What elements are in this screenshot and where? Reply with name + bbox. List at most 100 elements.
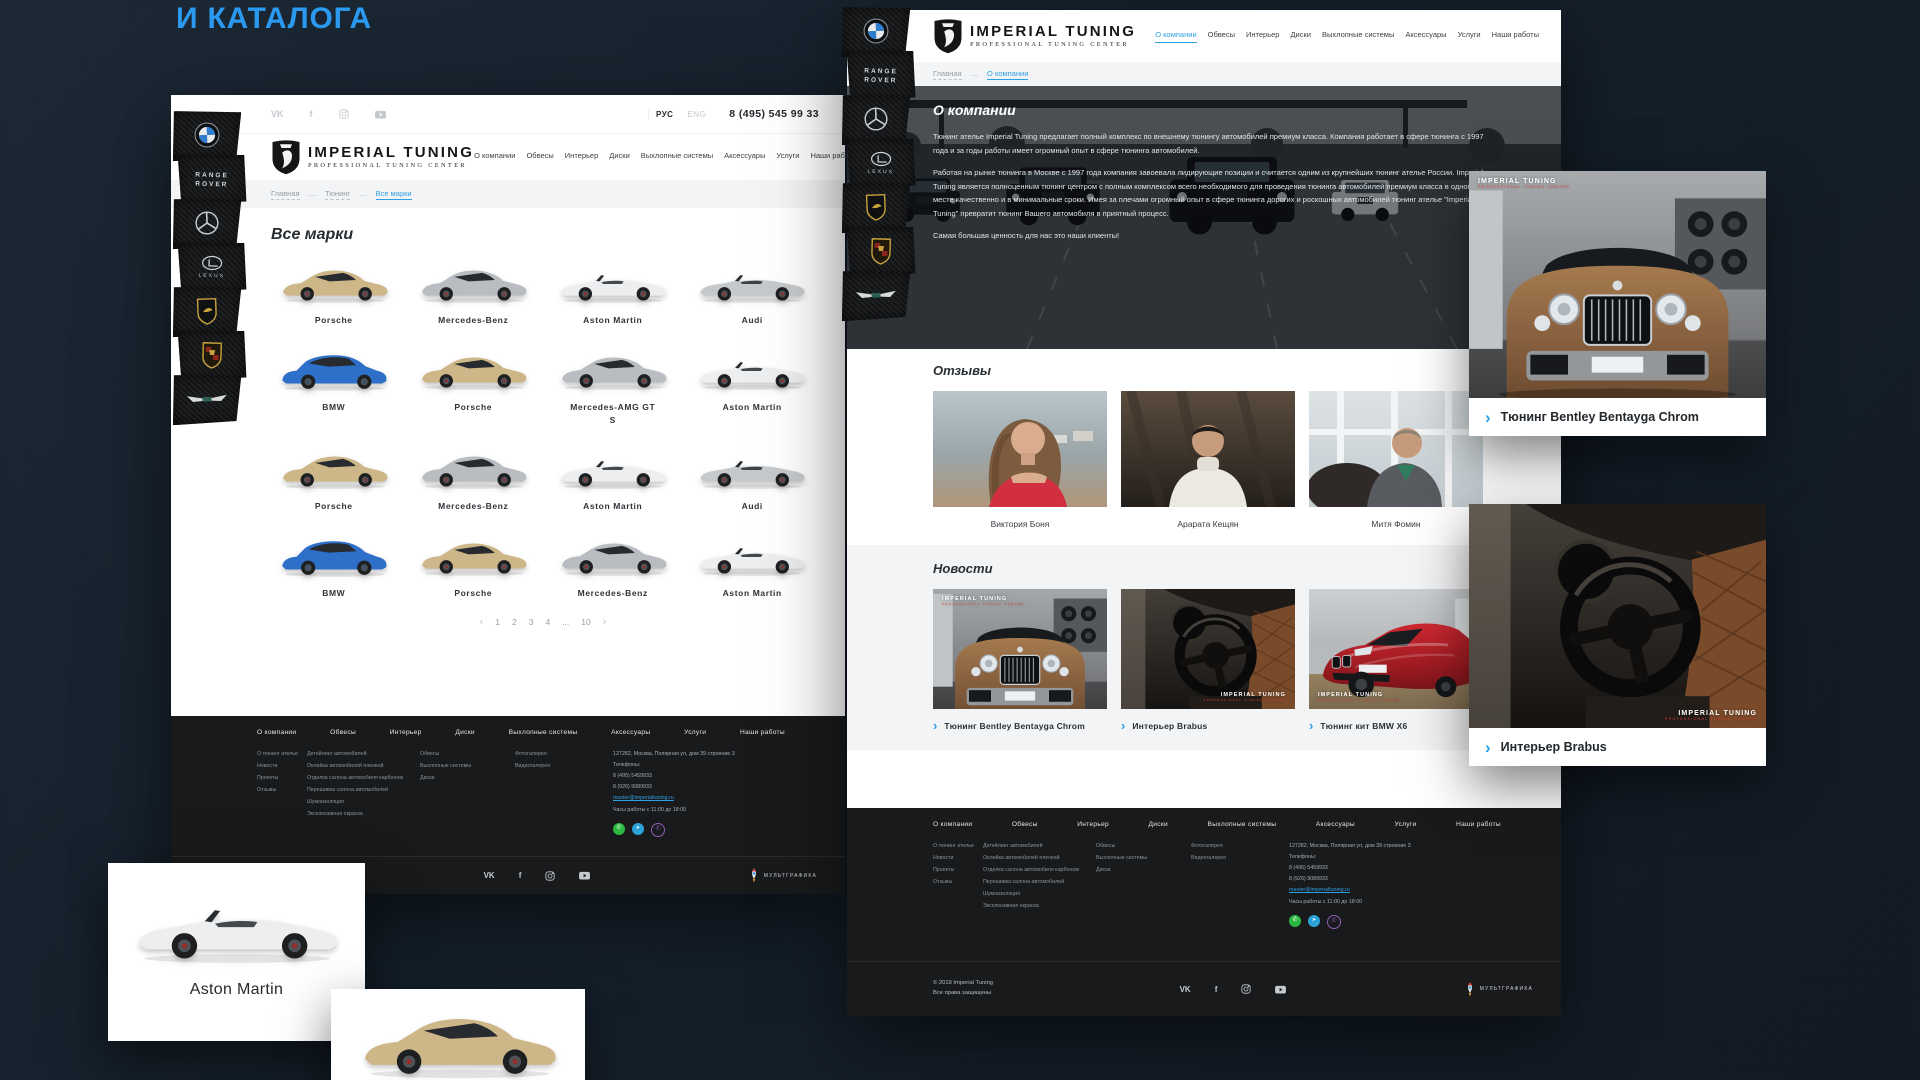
brand-badge-mercedes[interactable] — [840, 93, 912, 145]
work-card-bentley[interactable]: IMPERIAL TUNINGPROFESSIONAL TUNING CENTE… — [1469, 171, 1766, 436]
review-card[interactable]: Виктория Боня — [933, 391, 1107, 529]
instagram-icon[interactable] — [545, 871, 555, 881]
footer-link[interactable]: Видеогалерея — [1191, 853, 1289, 865]
car-card[interactable]: Audi — [690, 256, 816, 333]
car-card[interactable]: Mercedes-Benz — [411, 442, 537, 519]
youtube-icon[interactable] — [579, 871, 590, 880]
footer-link[interactable]: Видеогалерея — [515, 761, 613, 773]
footer-nav-company[interactable]: О компании — [257, 729, 296, 736]
lang-eng[interactable]: ENG — [680, 110, 713, 119]
brand-badge-range-rover[interactable] — [845, 49, 916, 101]
breadcrumb-current[interactable]: О компании — [987, 69, 1028, 80]
news-card[interactable]: IMPERIAL TUNINGPROFESSIONAL TUNING CENTE… — [933, 589, 1107, 732]
facebook-icon[interactable]: f — [519, 871, 522, 880]
nav-interior[interactable]: Интерьер — [565, 151, 598, 163]
footer-link[interactable]: Детейлинг автомобилей — [983, 841, 1096, 853]
news-card[interactable]: IMPERIAL TUNINGPROFESSIONAL TUNING CENTE… — [1121, 589, 1295, 732]
nav-accessories[interactable]: Аксессуары — [1405, 30, 1446, 43]
footer-link[interactable]: Новости — [257, 761, 307, 773]
brand-badge-bmw[interactable] — [840, 5, 912, 57]
footer-link[interactable]: Шумоизоляция — [983, 889, 1096, 901]
work-card-brabus[interactable]: IMPERIAL TUNINGPROFESSIONAL TUNING CENTE… — [1469, 504, 1766, 766]
telegram-icon[interactable]: ➤ — [632, 823, 644, 835]
car-card[interactable]: Porsche — [271, 256, 397, 333]
brand-badge-lamborghini[interactable] — [171, 285, 243, 337]
nav-accessories[interactable]: Аксессуары — [724, 151, 765, 163]
page-1[interactable]: 1 — [495, 617, 500, 627]
car-card[interactable]: BMW — [271, 343, 397, 433]
footer-link[interactable]: Обвесы — [1096, 841, 1191, 853]
catalog-card-porsche[interactable] — [331, 989, 585, 1080]
whatsapp-icon[interactable]: ✆ — [613, 823, 625, 835]
footer-link[interactable]: Эксклюзивная окраска — [307, 809, 420, 821]
footer-link[interactable]: Обвесы — [420, 749, 515, 761]
page-next[interactable]: › — [603, 616, 607, 628]
car-card[interactable]: Aston Martin — [550, 256, 676, 333]
footer-link[interactable]: Отделка салона автомобиля карбоном — [307, 773, 420, 785]
brand-badge-bmw[interactable] — [171, 109, 243, 161]
footer-link[interactable]: Выхлопные системы — [420, 761, 515, 773]
page-10[interactable]: 10 — [581, 617, 590, 627]
nav-company[interactable]: О компании — [1155, 30, 1196, 43]
catalog-card-aston[interactable]: Aston Martin — [108, 863, 365, 1041]
footer-nav-accessories[interactable]: Аксессуары — [1316, 821, 1355, 828]
footer-link[interactable]: Отделка салона автомобиля карбоном — [983, 865, 1096, 877]
footer-nav-exhaust[interactable]: Выхлопные системы — [1208, 821, 1277, 828]
page-4[interactable]: 4 — [545, 617, 550, 627]
nav-works[interactable]: Наши работы — [1492, 30, 1539, 43]
facebook-icon[interactable]: f — [1215, 985, 1218, 994]
brand-badge-lamborghini[interactable] — [840, 181, 912, 233]
youtube-icon[interactable] — [375, 110, 386, 119]
whatsapp-icon[interactable]: ✆ — [1289, 915, 1301, 927]
car-card[interactable]: Porsche — [411, 343, 537, 433]
footer-nav-accessories[interactable]: Аксессуары — [611, 729, 650, 736]
car-card[interactable]: Mercedes-Benz — [550, 529, 676, 606]
car-card[interactable]: Aston Martin — [550, 442, 676, 519]
brand-badge-lexus[interactable] — [176, 241, 247, 293]
footer-nav-services[interactable]: Услуги — [684, 729, 706, 736]
nav-exhaust[interactable]: Выхлопные системы — [1322, 30, 1394, 43]
logo[interactable]: IMPERIAL TUNING PROFESSIONAL TUNING CENT… — [933, 18, 1136, 54]
footer-nav-exhaust[interactable]: Выхлопные системы — [509, 729, 578, 736]
brand-badge-aston-martin[interactable] — [840, 269, 912, 321]
facebook-icon[interactable]: f — [310, 109, 313, 119]
vk-icon[interactable]: VK — [484, 871, 495, 880]
footer-nav-interior[interactable]: Интерьер — [1077, 821, 1109, 828]
nav-bodykits[interactable]: Обвесы — [1208, 30, 1235, 43]
car-card[interactable]: Aston Martin — [690, 529, 816, 606]
page-prev[interactable]: ‹ — [480, 616, 484, 628]
car-card[interactable]: Audi — [690, 442, 816, 519]
footer-nav-works[interactable]: Наши работы — [1456, 821, 1501, 828]
instagram-icon[interactable] — [1241, 984, 1251, 994]
logo[interactable]: IMPERIAL TUNING PROFESSIONAL TUNING CENT… — [271, 139, 474, 175]
breadcrumb-current[interactable]: Все марки — [376, 189, 412, 200]
brand-badge-mercedes[interactable] — [171, 197, 243, 249]
nav-interior[interactable]: Интерьер — [1246, 30, 1279, 43]
footer-link[interactable]: Проекты — [257, 773, 307, 785]
breadcrumb-home[interactable]: Главная — [271, 189, 300, 200]
vk-icon[interactable]: VK — [1180, 985, 1191, 994]
footer-nav-works[interactable]: Наши работы — [740, 729, 785, 736]
footer-nav-wheels[interactable]: Диски — [455, 729, 475, 736]
nav-company[interactable]: О компании — [474, 151, 515, 163]
telegram-icon[interactable]: ➤ — [1308, 915, 1320, 927]
brand-badge-lexus[interactable] — [845, 137, 916, 189]
lang-rus[interactable]: РУС — [648, 110, 680, 119]
footer-nav-interior[interactable]: Интерьер — [390, 729, 422, 736]
nav-wheels[interactable]: Диски — [1290, 30, 1311, 43]
footer-link[interactable]: Перешивка салона автомобилей — [307, 785, 420, 797]
footer-email[interactable]: master@imperialtuning.ru — [613, 793, 674, 804]
footer-nav-bodykits[interactable]: Обвесы — [1012, 821, 1038, 828]
review-card[interactable]: Арарата Кещян — [1121, 391, 1295, 529]
footer-link[interactable]: Эксклюзивная окраска — [983, 901, 1096, 913]
car-card[interactable]: Porsche — [411, 529, 537, 606]
review-card[interactable]: Митя Фомин — [1309, 391, 1483, 529]
brand-badge-porsche[interactable] — [845, 225, 916, 277]
viber-icon[interactable]: ✆ — [1327, 915, 1341, 929]
footer-link[interactable]: Проекты — [933, 865, 983, 877]
brand-badge-aston-martin[interactable] — [171, 373, 243, 425]
studio-credit[interactable]: МУЛЬТГРАФИКА — [707, 868, 817, 883]
footer-email[interactable]: master@imperialtuning.ru — [1289, 885, 1350, 896]
footer-link[interactable]: Оклейка автомобилей пленкой — [307, 761, 420, 773]
footer-nav-services[interactable]: Услуги — [1394, 821, 1416, 828]
